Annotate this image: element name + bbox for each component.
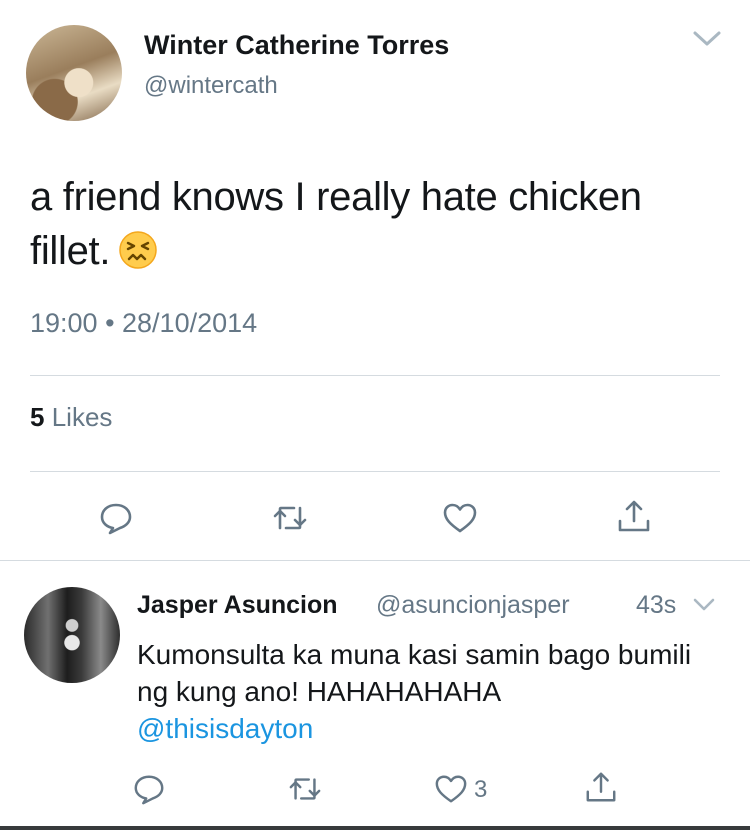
avatar[interactable] <box>26 25 122 121</box>
avatar[interactable] <box>24 587 120 683</box>
retweet-icon[interactable] <box>272 500 308 536</box>
likes-label: Likes <box>51 402 113 432</box>
mention-link[interactable]: @thisisdayton <box>137 713 313 744</box>
reply-timestamp: 43s <box>636 591 677 619</box>
confounded-face-icon <box>119 231 157 269</box>
share-icon[interactable] <box>584 770 618 804</box>
reply-text-content: Kumonsulta ka muna kasi samin bago bumil… <box>137 639 692 707</box>
share-icon[interactable] <box>616 498 652 534</box>
like-icon[interactable] <box>442 500 478 536</box>
divider <box>0 560 750 561</box>
retweet-icon[interactable] <box>288 772 322 806</box>
tweet-timestamp: 19:00 • 28/10/2014 <box>30 308 258 338</box>
reply-display-name[interactable]: Jasper Asuncion <box>137 591 338 620</box>
reply-icon[interactable] <box>132 772 166 806</box>
like-icon[interactable] <box>434 772 468 806</box>
bottom-edge <box>0 826 750 830</box>
reply-user-handle[interactable]: @asuncionjasper <box>376 591 570 620</box>
divider <box>30 471 720 472</box>
display-name[interactable]: Winter Catherine Torres <box>144 30 449 61</box>
user-handle[interactable]: @wintercath <box>144 72 278 100</box>
likes-count[interactable]: 5 Likes <box>30 402 112 433</box>
likes-number: 5 <box>30 402 45 432</box>
reply-text: Kumonsulta ka muna kasi samin bago bumil… <box>137 636 727 747</box>
reply-like-count: 3 <box>474 776 488 803</box>
divider <box>30 375 720 376</box>
tweet-text: a friend knows I really hate chicken fil… <box>30 170 720 278</box>
chevron-down-icon[interactable] <box>692 596 716 614</box>
chevron-down-icon[interactable] <box>692 28 722 50</box>
reply-icon[interactable] <box>98 500 134 536</box>
